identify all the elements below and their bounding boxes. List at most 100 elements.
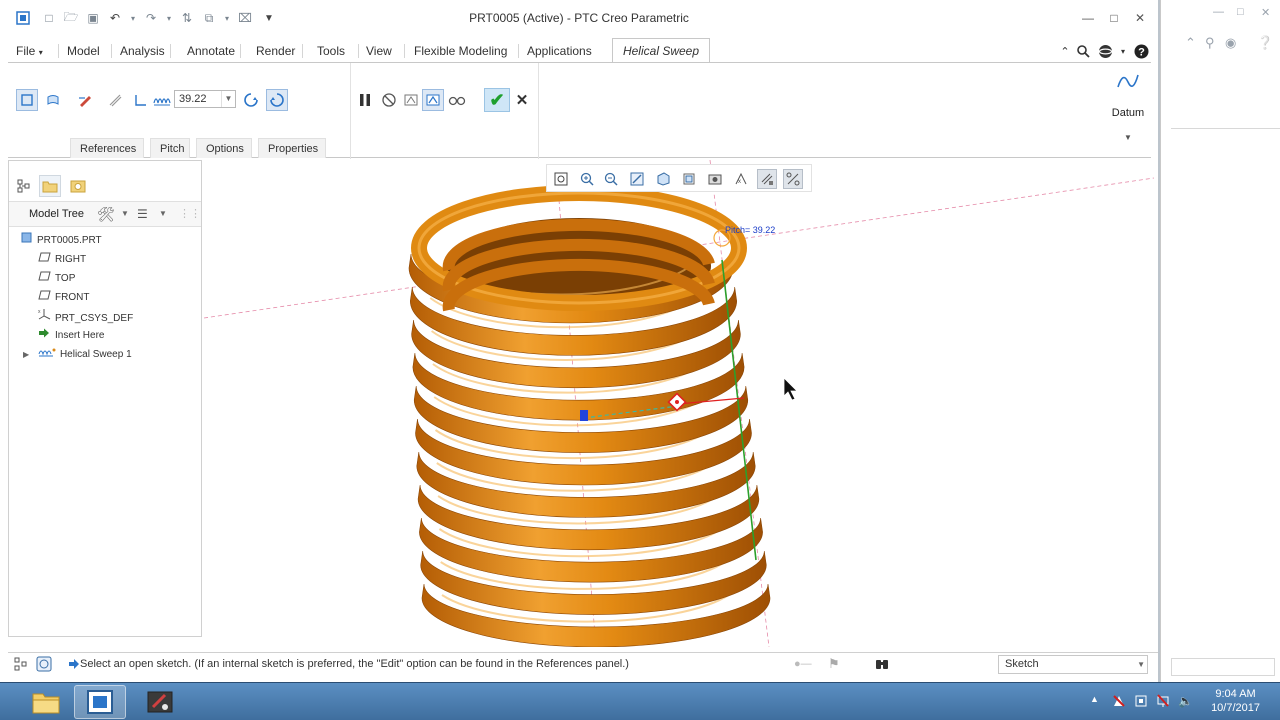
- globe-icon[interactable]: ◉: [1225, 35, 1236, 51]
- tab-view[interactable]: View: [358, 40, 400, 62]
- options-panel-button[interactable]: Options: [196, 138, 252, 158]
- pitch-value-input[interactable]: 39.22 ▼: [174, 90, 236, 108]
- minimize-icon[interactable]: —: [1078, 9, 1098, 27]
- verify-mode-icon[interactable]: [446, 89, 468, 111]
- chevron-up-icon[interactable]: ⌃: [1185, 35, 1196, 51]
- zoom-out-icon[interactable]: [601, 169, 621, 189]
- part-icon: [19, 232, 33, 250]
- search-icon[interactable]: [1074, 42, 1092, 60]
- attached-preview-icon[interactable]: [400, 89, 422, 111]
- chevron-down-icon[interactable]: ▼: [121, 209, 129, 218]
- tree-item-front[interactable]: FRONT: [37, 289, 89, 307]
- folder-browser-tab-icon[interactable]: [39, 175, 61, 197]
- zoom-in-icon[interactable]: [577, 169, 597, 189]
- system-clock[interactable]: 9:04 AM 10/7/2017: [1211, 687, 1260, 715]
- chevron-down-icon[interactable]: ▼: [221, 91, 235, 107]
- remove-material-icon[interactable]: [74, 89, 96, 111]
- favorites-tab-icon[interactable]: [67, 175, 89, 197]
- pause-icon[interactable]: [354, 89, 376, 111]
- show-icon[interactable]: ⋮⋮: [179, 207, 201, 220]
- tree-item-right[interactable]: RIGHT: [37, 251, 86, 269]
- tree-item-helical-sweep[interactable]: ▶ Helical Sweep 1: [23, 346, 132, 364]
- right-handed-icon[interactable]: [266, 89, 288, 111]
- minimize-icon[interactable]: —: [1213, 6, 1224, 18]
- datum-curve-icon[interactable]: [1106, 69, 1150, 99]
- show-hidden-icons-icon[interactable]: ▲: [1090, 694, 1099, 704]
- helical-sweep-spring[interactable]: [408, 185, 771, 647]
- close-icon[interactable]: ✕: [1130, 9, 1150, 27]
- datum-label: Datum: [1111, 107, 1145, 119]
- tab-tools[interactable]: Tools: [309, 40, 353, 62]
- cancel-button[interactable]: ✕: [512, 88, 532, 112]
- background-window[interactable]: — □ ✕ ⌃ ⚲ ◉ ❔: [1160, 0, 1280, 682]
- datum-display-filters-icon[interactable]: [757, 169, 777, 189]
- model-viewport[interactable]: Pitch= 39.22: [204, 160, 1154, 647]
- graphics-window[interactable]: Pitch= 39.22 x: [204, 160, 1154, 647]
- refit-icon[interactable]: [551, 169, 571, 189]
- minimize-ribbon-icon[interactable]: ⌃: [1056, 42, 1074, 60]
- display-tray-icon[interactable]: [1134, 694, 1148, 711]
- tab-file[interactable]: File ▾: [8, 40, 56, 62]
- model-tree-tab-icon[interactable]: [13, 175, 35, 197]
- tree-item-csys[interactable]: x PRT_CSYS_DEF: [37, 308, 133, 326]
- saved-orientations-icon[interactable]: [679, 169, 699, 189]
- repaint-icon[interactable]: [627, 169, 647, 189]
- find-icon[interactable]: [874, 656, 890, 675]
- no-preview-icon[interactable]: [378, 89, 400, 111]
- display-style-icon[interactable]: [653, 169, 673, 189]
- annotation-display-icon[interactable]: [783, 169, 803, 189]
- tab-annotate[interactable]: Annotate: [179, 40, 243, 62]
- ok-checkmark-button[interactable]: ✔: [484, 88, 510, 112]
- tab-flexible-modeling[interactable]: Flexible Modeling: [406, 40, 515, 62]
- tab-helical-sweep[interactable]: Helical Sweep: [612, 38, 710, 62]
- expand-arrow-icon[interactable]: ▶: [23, 350, 29, 359]
- tree-item-top[interactable]: TOP: [37, 270, 75, 288]
- feature-preview-icon[interactable]: [422, 89, 444, 111]
- start-point-marker[interactable]: [580, 410, 588, 421]
- search-icon[interactable]: ⚲: [1205, 35, 1215, 51]
- help-icon[interactable]: ?: [1132, 42, 1150, 60]
- chevron-down-icon[interactable]: ▼: [1137, 656, 1145, 673]
- tab-analysis[interactable]: Analysis: [112, 40, 173, 62]
- left-handed-icon[interactable]: [240, 89, 262, 111]
- tool-taskbar-icon[interactable]: [134, 685, 186, 719]
- surface-icon[interactable]: [42, 89, 64, 111]
- pitch-icon[interactable]: [151, 89, 173, 111]
- navigator-toggle-icon[interactable]: [14, 657, 28, 674]
- tree-settings-icon[interactable]: 🛠: [97, 206, 115, 223]
- tab-applications[interactable]: Applications: [519, 40, 600, 62]
- help-icon[interactable]: ❔: [1257, 35, 1273, 51]
- action-center-icon[interactable]: [1112, 694, 1126, 711]
- perspective-view-icon[interactable]: x: [731, 169, 751, 189]
- profile-section-icon[interactable]: [130, 89, 152, 111]
- chevron-down-icon[interactable]: ▾: [1114, 42, 1132, 60]
- datum-group[interactable]: Datum ▼: [1106, 69, 1150, 153]
- maximize-icon[interactable]: □: [1237, 6, 1244, 18]
- solid-icon[interactable]: [16, 89, 38, 111]
- tree-item-part[interactable]: PRT0005.PRT: [19, 232, 102, 250]
- community-icon[interactable]: [1096, 42, 1114, 60]
- volume-icon[interactable]: 🔈: [1178, 694, 1193, 708]
- divider: [350, 63, 351, 159]
- selection-filter-dropdown[interactable]: Sketch ▼: [998, 655, 1148, 674]
- chevron-down-icon[interactable]: ▼: [159, 209, 167, 218]
- explorer-taskbar-icon[interactable]: [20, 685, 72, 719]
- flag-icon[interactable]: ⚑: [828, 656, 840, 672]
- pitch-panel-button[interactable]: Pitch: [150, 138, 190, 158]
- maximize-icon[interactable]: □: [1104, 9, 1124, 27]
- background-dropdown[interactable]: [1171, 658, 1275, 676]
- close-icon[interactable]: ✕: [1261, 6, 1270, 19]
- divider: [538, 63, 539, 159]
- thicken-icon[interactable]: [104, 89, 126, 111]
- tab-render[interactable]: Render: [248, 40, 303, 62]
- browser-toggle-icon[interactable]: [36, 656, 52, 675]
- tree-filter-icon[interactable]: ☰: [137, 207, 148, 221]
- network-tray-icon[interactable]: [1156, 694, 1170, 711]
- view-manager-icon[interactable]: [705, 169, 725, 189]
- chevron-down-icon[interactable]: ▼: [1106, 133, 1150, 142]
- tab-model[interactable]: Model: [59, 40, 108, 62]
- tree-item-insert-here[interactable]: Insert Here: [37, 327, 104, 345]
- creo-taskbar-icon[interactable]: [74, 685, 126, 719]
- references-panel-button[interactable]: References: [70, 138, 144, 158]
- properties-panel-button[interactable]: Properties: [258, 138, 326, 158]
